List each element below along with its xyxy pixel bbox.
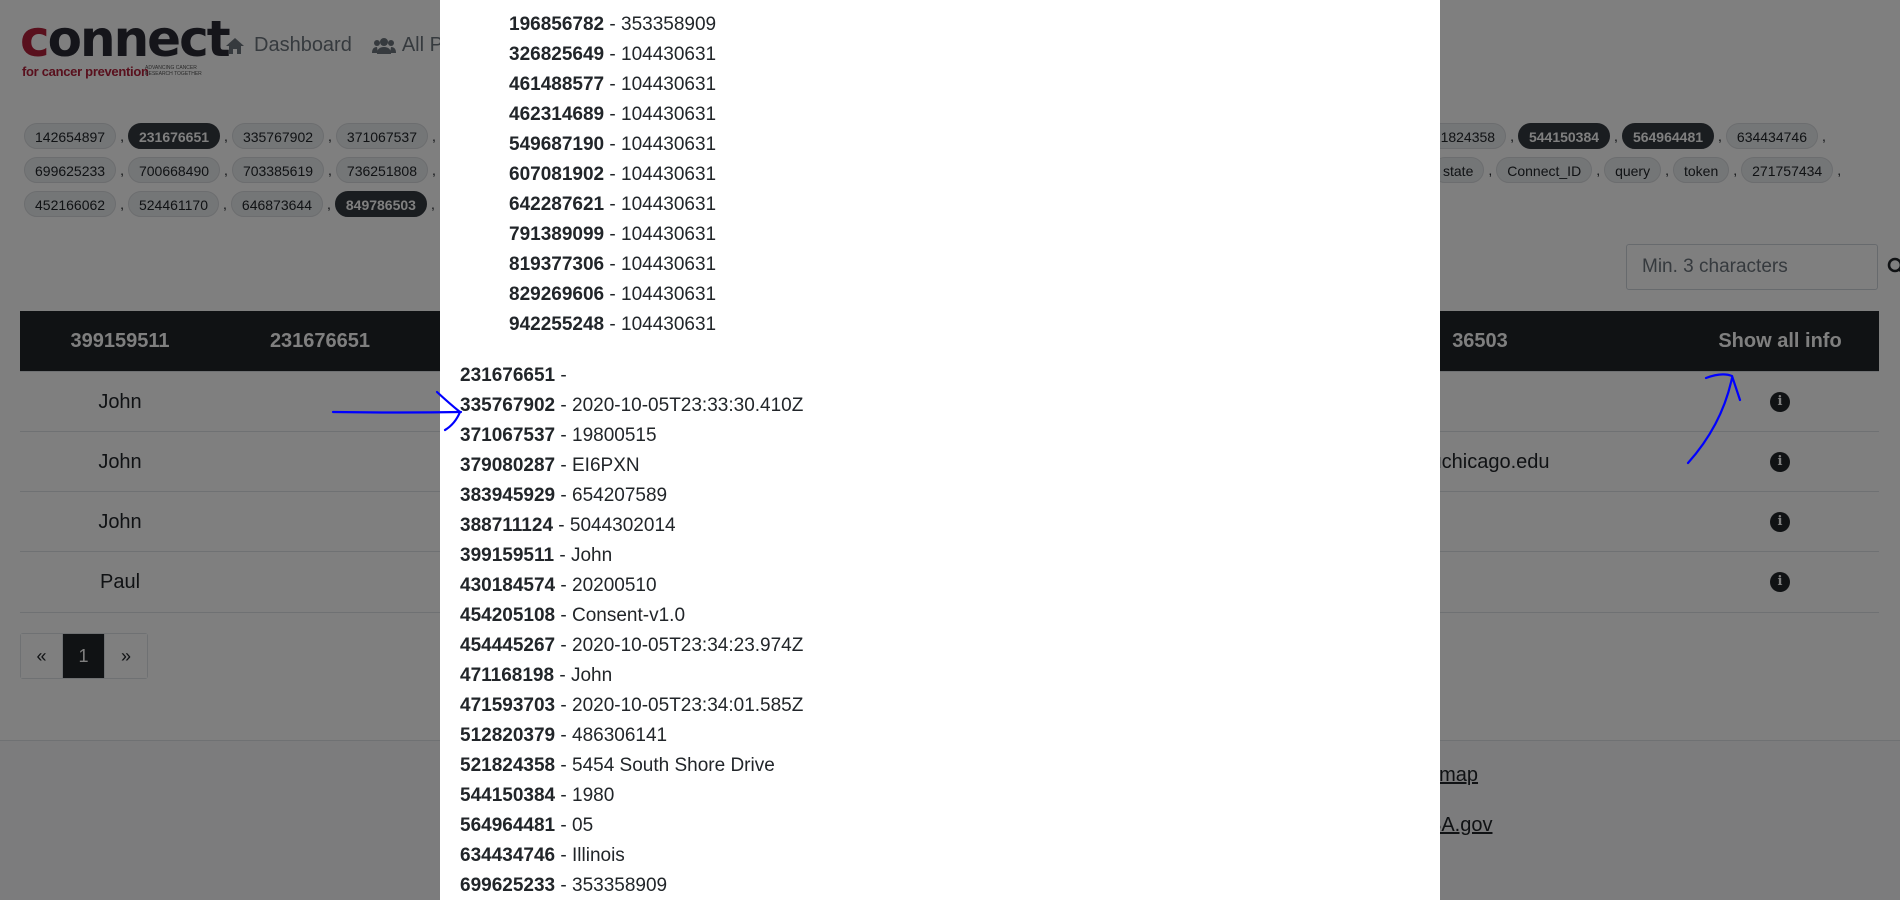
modal-nested-field: 791389099 - 104430631 (509, 224, 717, 245)
modal-nested-field: 607081902 - 104430631 (509, 164, 717, 185)
modal-field: 231676651 - (460, 365, 567, 386)
modal-nested-field: 549687190 - 104430631 (509, 134, 717, 155)
modal-nested-field: 829269606 - 104430631 (509, 284, 717, 305)
modal-field: 335767902 - 2020-10-05T23:33:30.410Z (460, 395, 804, 416)
modal-field: 379080287 - EI6PXN (460, 455, 640, 476)
modal-field: 699625233 - 353358909 (460, 875, 668, 896)
modal-nested-field: 942255248 - 104430631 (509, 314, 717, 335)
modal-field: 399159511 - John (460, 545, 613, 566)
modal-field: 383945929 - 654207589 (460, 485, 668, 506)
modal-nested-field: 196856782 - 353358909 (509, 14, 717, 35)
modal-field: 512820379 - 486306141 (460, 725, 668, 746)
modal-field: 454445267 - 2020-10-05T23:34:23.974Z (460, 635, 804, 656)
modal-field: 471593703 - 2020-10-05T23:34:01.585Z (460, 695, 804, 716)
participant-info-modal: 142654897 196856782 - 353358909 326825649… (440, 0, 1440, 900)
modal-field: 544150384 - 1980 (460, 785, 615, 806)
modal-nested-field: 642287621 - 104430631 (509, 194, 717, 215)
modal-field: 454205108 - Consent-v1.0 (460, 605, 686, 626)
modal-field: 430184574 - 20200510 (460, 575, 657, 596)
modal-field: 471168198 - John (460, 665, 613, 686)
modal-nested-field: 462314689 - 104430631 (509, 104, 717, 125)
modal-field-partial: 142654897 (460, 0, 555, 6)
modal-field: 371067537 - 19800515 (460, 425, 657, 446)
modal-nested-field: 461488577 - 104430631 (509, 74, 717, 95)
modal-field: 564964481 - 05 (460, 815, 594, 836)
modal-field: 521824358 - 5454 South Shore Drive (460, 755, 775, 776)
modal-field: 634434746 - Illinois (460, 845, 625, 866)
modal-nested-field: 326825649 - 104430631 (509, 44, 717, 65)
modal-nested-field: 819377306 - 104430631 (509, 254, 717, 275)
modal-field: 388711124 - 5044302014 (460, 515, 676, 536)
